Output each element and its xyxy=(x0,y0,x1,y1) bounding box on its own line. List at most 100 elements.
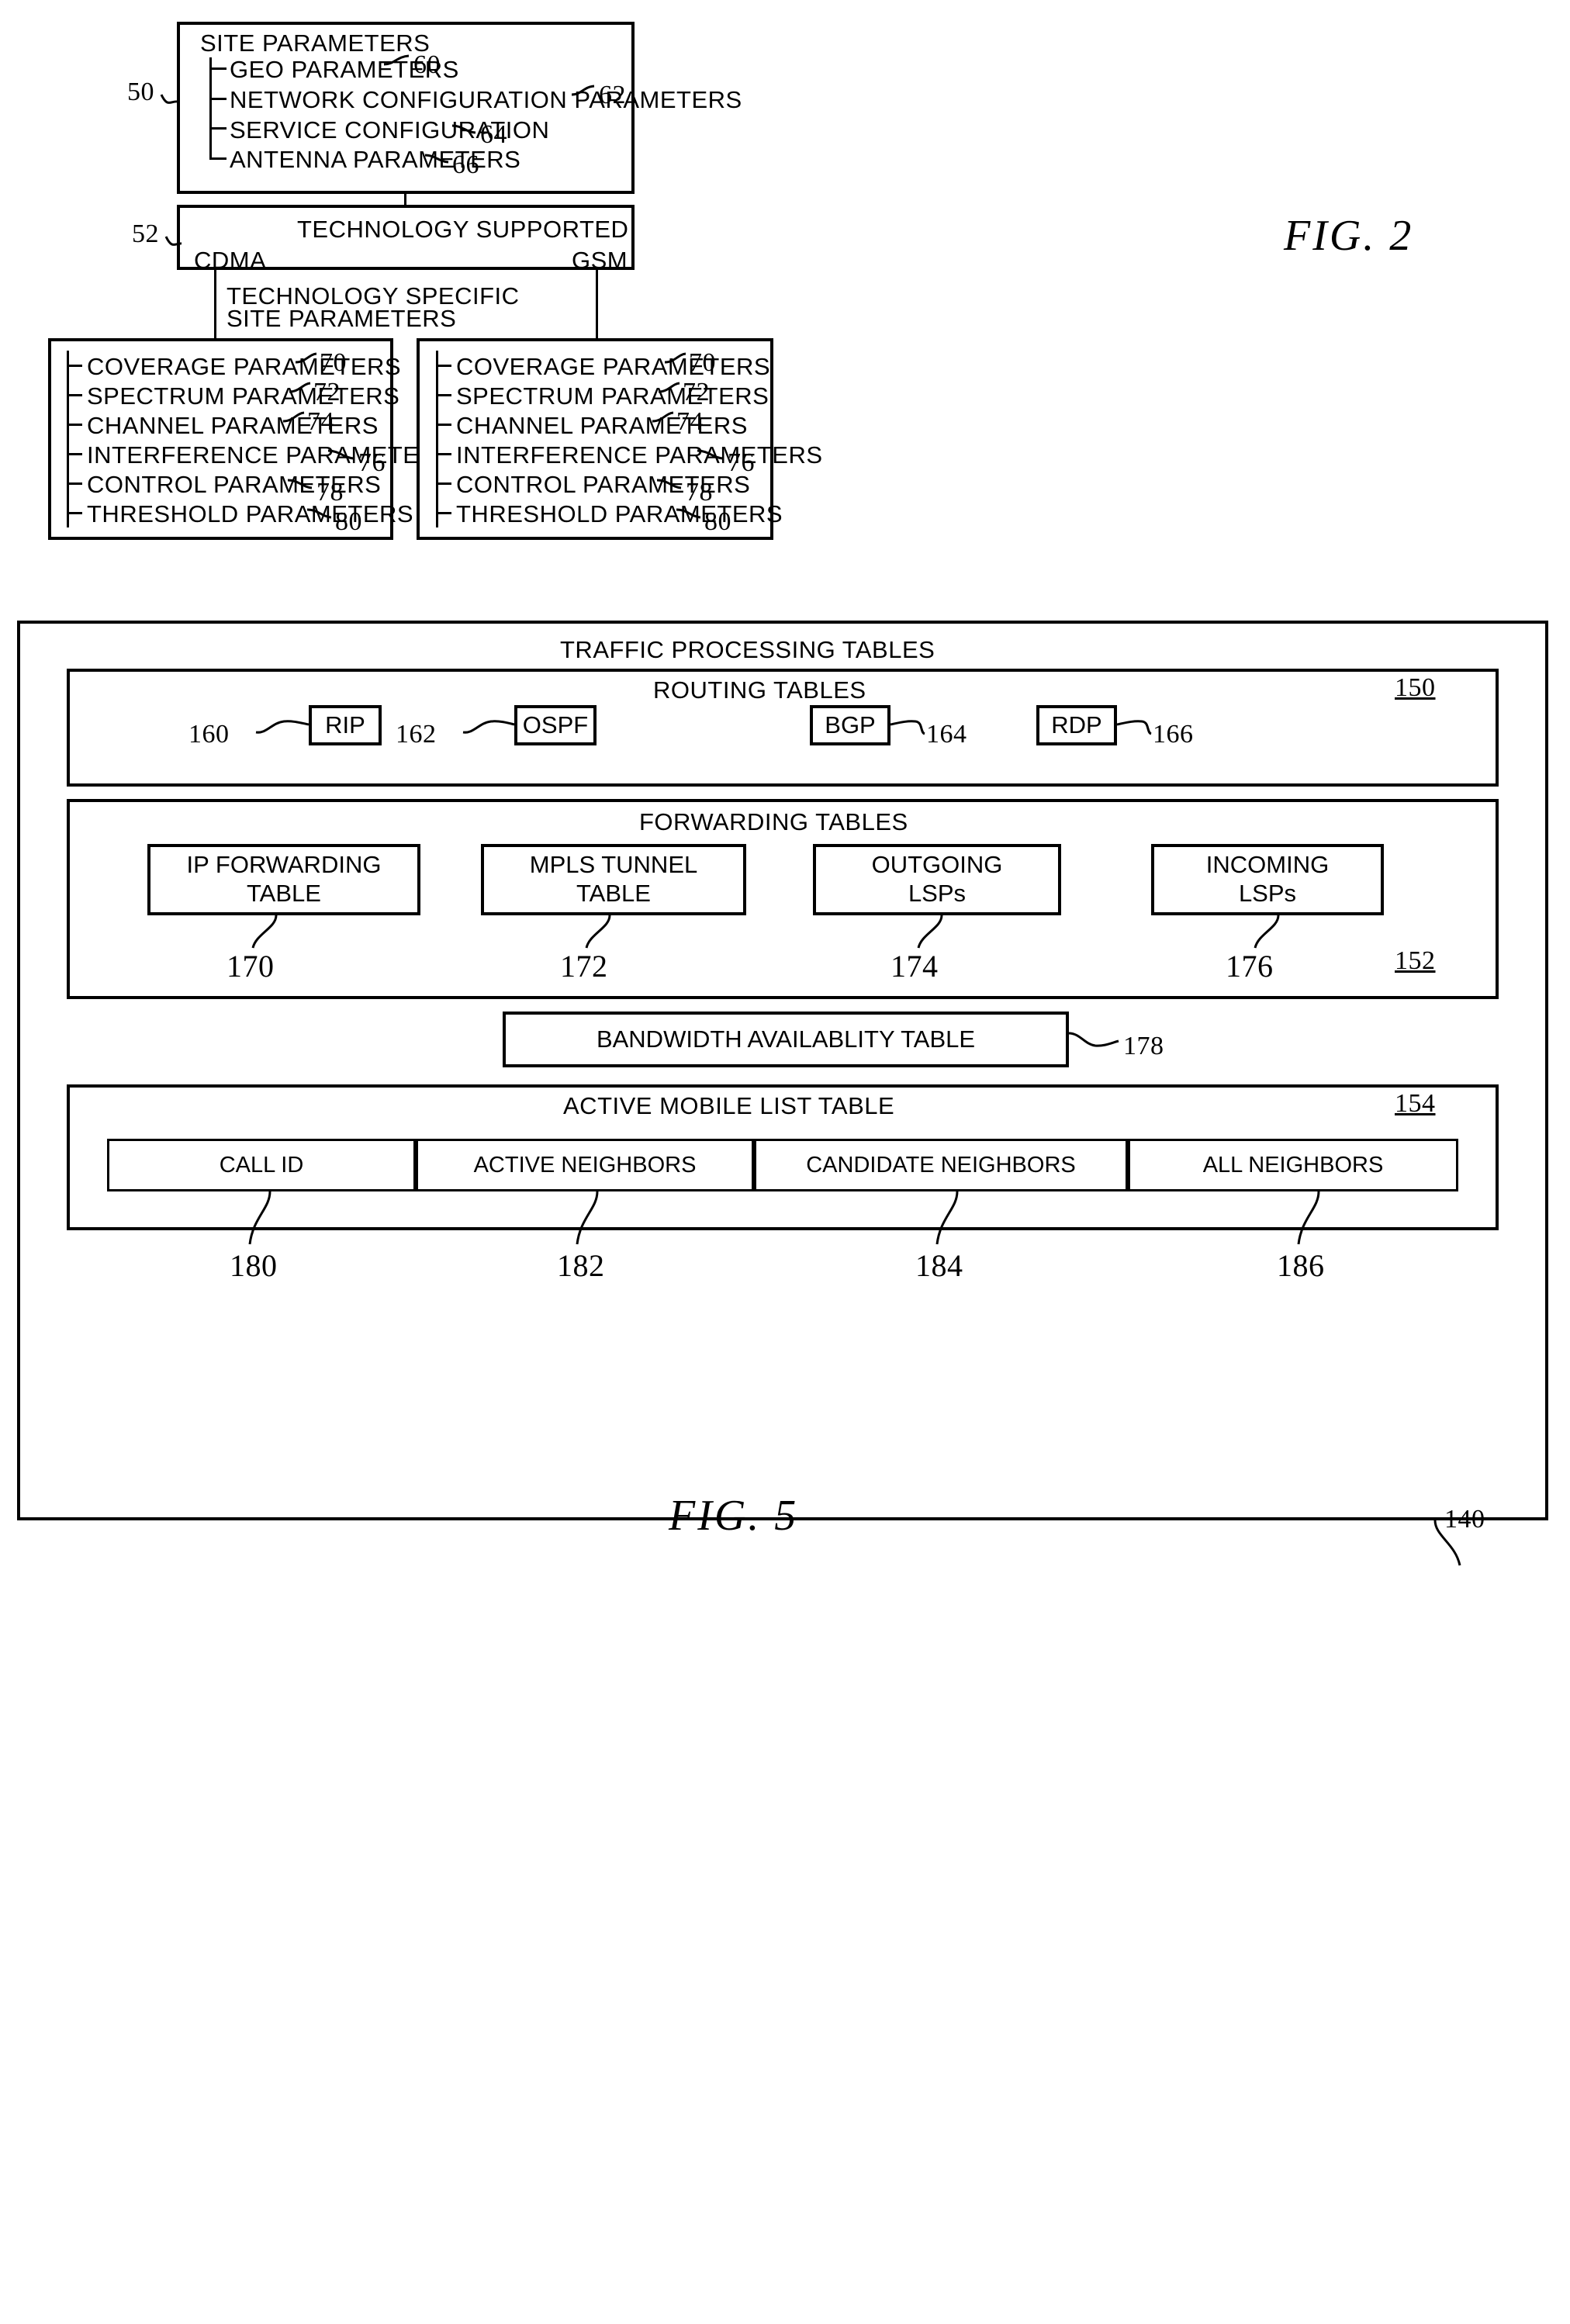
gsm-ref-74: 74 xyxy=(676,407,704,436)
traffic-processing-title: TRAFFIC PROCESSING TABLES xyxy=(560,636,935,663)
cdma-item-threshold: THRESHOLD PARAMETERS xyxy=(87,500,414,527)
bandwidth-availability-table-box[interactable]: BANDWIDTH AVAILABLITY TABLE xyxy=(503,1012,1069,1067)
ref-170: 170 xyxy=(227,949,275,984)
figure-5-caption: FIG. 5 xyxy=(669,1492,799,1540)
ref-176: 176 xyxy=(1226,949,1274,984)
forwarding-table-ip-line1: IP FORWARDING xyxy=(186,851,382,879)
forwarding-tables-title: FORWARDING TABLES xyxy=(639,808,908,835)
routing-protocol-rip-box[interactable]: RIP xyxy=(309,705,382,745)
ref-50: 50 xyxy=(127,78,154,106)
tree-tick-antenna xyxy=(209,157,227,160)
forwarding-table-incoming-line2: LSPs xyxy=(1238,880,1297,907)
gsm-tree-spine xyxy=(436,351,438,527)
gsm-tick-threshold xyxy=(436,512,451,514)
cdma-tick-coverage xyxy=(67,365,82,367)
forwarding-table-incoming-box[interactable]: INCOMING LSPs xyxy=(1151,844,1384,915)
cdma-tick-interference xyxy=(67,453,82,455)
forwarding-table-ip-line2: TABLE xyxy=(247,880,321,907)
cdma-tick-spectrum xyxy=(67,394,82,396)
ref-66: 66 xyxy=(452,150,479,179)
tree-tick-network xyxy=(209,98,227,100)
forwarding-table-mpls-line2: TABLE xyxy=(576,880,651,907)
ref-166: 166 xyxy=(1153,720,1194,749)
cdma-ref-74: 74 xyxy=(307,407,334,436)
ref-164: 164 xyxy=(926,720,967,749)
gsm-tick-channel xyxy=(436,424,451,426)
gsm-tick-interference xyxy=(436,453,451,455)
gsm-item-spectrum: SPECTRUM PARAMETERS xyxy=(456,382,769,410)
ref-172: 172 xyxy=(560,949,608,984)
gsm-tick-control xyxy=(436,482,451,485)
routing-protocol-rip-label: RIP xyxy=(325,711,365,738)
site-param-item-network: NETWORK CONFIGURATION PARAMETERS xyxy=(230,86,742,113)
gsm-item-channel: CHANNEL PARAMETERS xyxy=(456,412,748,439)
active-mobile-list-title: ACTIVE MOBILE LIST TABLE xyxy=(563,1092,895,1119)
branch-line-cdma xyxy=(214,270,216,338)
bandwidth-availability-table-label: BANDWIDTH AVAILABLITY TABLE xyxy=(596,1025,976,1053)
branch-line-gsm xyxy=(596,270,598,338)
technology-supported-title: TECHNOLOGY SUPPORTED xyxy=(297,216,629,243)
ref-140: 140 xyxy=(1444,1505,1485,1534)
ref-154: 154 xyxy=(1395,1089,1436,1118)
ref-150: 150 xyxy=(1395,673,1436,702)
forwarding-table-outgoing-line1: OUTGOING xyxy=(871,851,1003,879)
gsm-tick-spectrum xyxy=(436,394,451,396)
ref-180: 180 xyxy=(230,1248,278,1283)
routing-tables-title: ROUTING TABLES xyxy=(653,676,866,704)
gsm-item-interference: INTERFERENCE PARAMETERS xyxy=(456,441,823,469)
ref-178: 178 xyxy=(1123,1032,1164,1060)
active-mobile-column-candidate-neighbors-label: CANDIDATE NEIGHBORS xyxy=(806,1152,1076,1178)
ref-186: 186 xyxy=(1277,1248,1325,1283)
active-mobile-column-call-id[interactable]: CALL ID xyxy=(107,1139,416,1191)
ref-52: 52 xyxy=(132,220,159,248)
active-mobile-column-candidate-neighbors[interactable]: CANDIDATE NEIGHBORS xyxy=(754,1139,1128,1191)
ref-184: 184 xyxy=(915,1248,963,1283)
cdma-ref-72: 72 xyxy=(313,378,341,406)
gsm-tick-coverage xyxy=(436,365,451,367)
cdma-tick-channel xyxy=(67,424,82,426)
gsm-item-threshold: THRESHOLD PARAMETERS xyxy=(456,500,783,527)
cdma-tick-control xyxy=(67,482,82,485)
routing-protocol-bgp-box[interactable]: BGP xyxy=(810,705,890,745)
forwarding-table-ip-box[interactable]: IP FORWARDING TABLE xyxy=(147,844,420,915)
cdma-item-coverage: COVERAGE PARAMETERS xyxy=(87,353,402,380)
technology-branch-gsm-label: GSM xyxy=(572,247,628,274)
gsm-ref-80: 80 xyxy=(704,507,731,536)
tree-tick-geo xyxy=(209,67,227,70)
branch-note-line2: SITE PARAMETERS xyxy=(227,305,457,332)
cdma-tick-threshold xyxy=(67,512,82,514)
ref-62: 62 xyxy=(599,81,626,109)
ref-152: 152 xyxy=(1395,946,1436,975)
forwarding-table-outgoing-box[interactable]: OUTGOING LSPs xyxy=(813,844,1061,915)
routing-protocol-ospf-label: OSPF xyxy=(522,711,589,738)
routing-protocol-ospf-box[interactable]: OSPF xyxy=(514,705,597,745)
site-parameters-tree-spine xyxy=(209,57,212,160)
routing-protocol-bgp-label: BGP xyxy=(825,711,876,738)
active-mobile-column-active-neighbors-label: ACTIVE NEIGHBORS xyxy=(473,1152,697,1178)
ref-182: 182 xyxy=(557,1248,605,1283)
active-mobile-column-call-id-label: CALL ID xyxy=(219,1152,304,1178)
cdma-ref-70: 70 xyxy=(320,348,347,377)
site-parameters-title: SITE PARAMETERS xyxy=(200,29,431,57)
active-mobile-column-active-neighbors[interactable]: ACTIVE NEIGHBORS xyxy=(416,1139,754,1191)
gsm-ref-72: 72 xyxy=(683,378,710,406)
forwarding-table-outgoing-line2: LSPs xyxy=(908,880,967,907)
ref-60: 60 xyxy=(413,50,441,79)
figure-2-caption: FIG. 2 xyxy=(1284,212,1414,260)
ref-174: 174 xyxy=(890,949,939,984)
routing-protocol-rdp-box[interactable]: RDP xyxy=(1036,705,1117,745)
gsm-item-coverage: COVERAGE PARAMETERS xyxy=(456,353,771,380)
active-mobile-column-all-neighbors-label: ALL NEIGHBORS xyxy=(1202,1152,1384,1178)
cdma-item-interference: INTERFERENCE PARAMETERS xyxy=(87,441,454,469)
ref-160: 160 xyxy=(188,720,230,749)
cdma-item-spectrum: SPECTRUM PARAMETERS xyxy=(87,382,400,410)
forwarding-table-incoming-line1: INCOMING xyxy=(1205,851,1330,879)
cdma-item-channel: CHANNEL PARAMETERS xyxy=(87,412,379,439)
leader-50 xyxy=(160,94,178,104)
routing-protocol-rdp-label: RDP xyxy=(1051,711,1102,738)
technology-branch-cdma-label: CDMA xyxy=(194,247,267,274)
cdma-tree-spine xyxy=(67,351,69,527)
ref-162: 162 xyxy=(396,720,437,749)
active-mobile-column-all-neighbors[interactable]: ALL NEIGHBORS xyxy=(1128,1139,1458,1191)
forwarding-table-mpls-box[interactable]: MPLS TUNNEL TABLE xyxy=(481,844,746,915)
